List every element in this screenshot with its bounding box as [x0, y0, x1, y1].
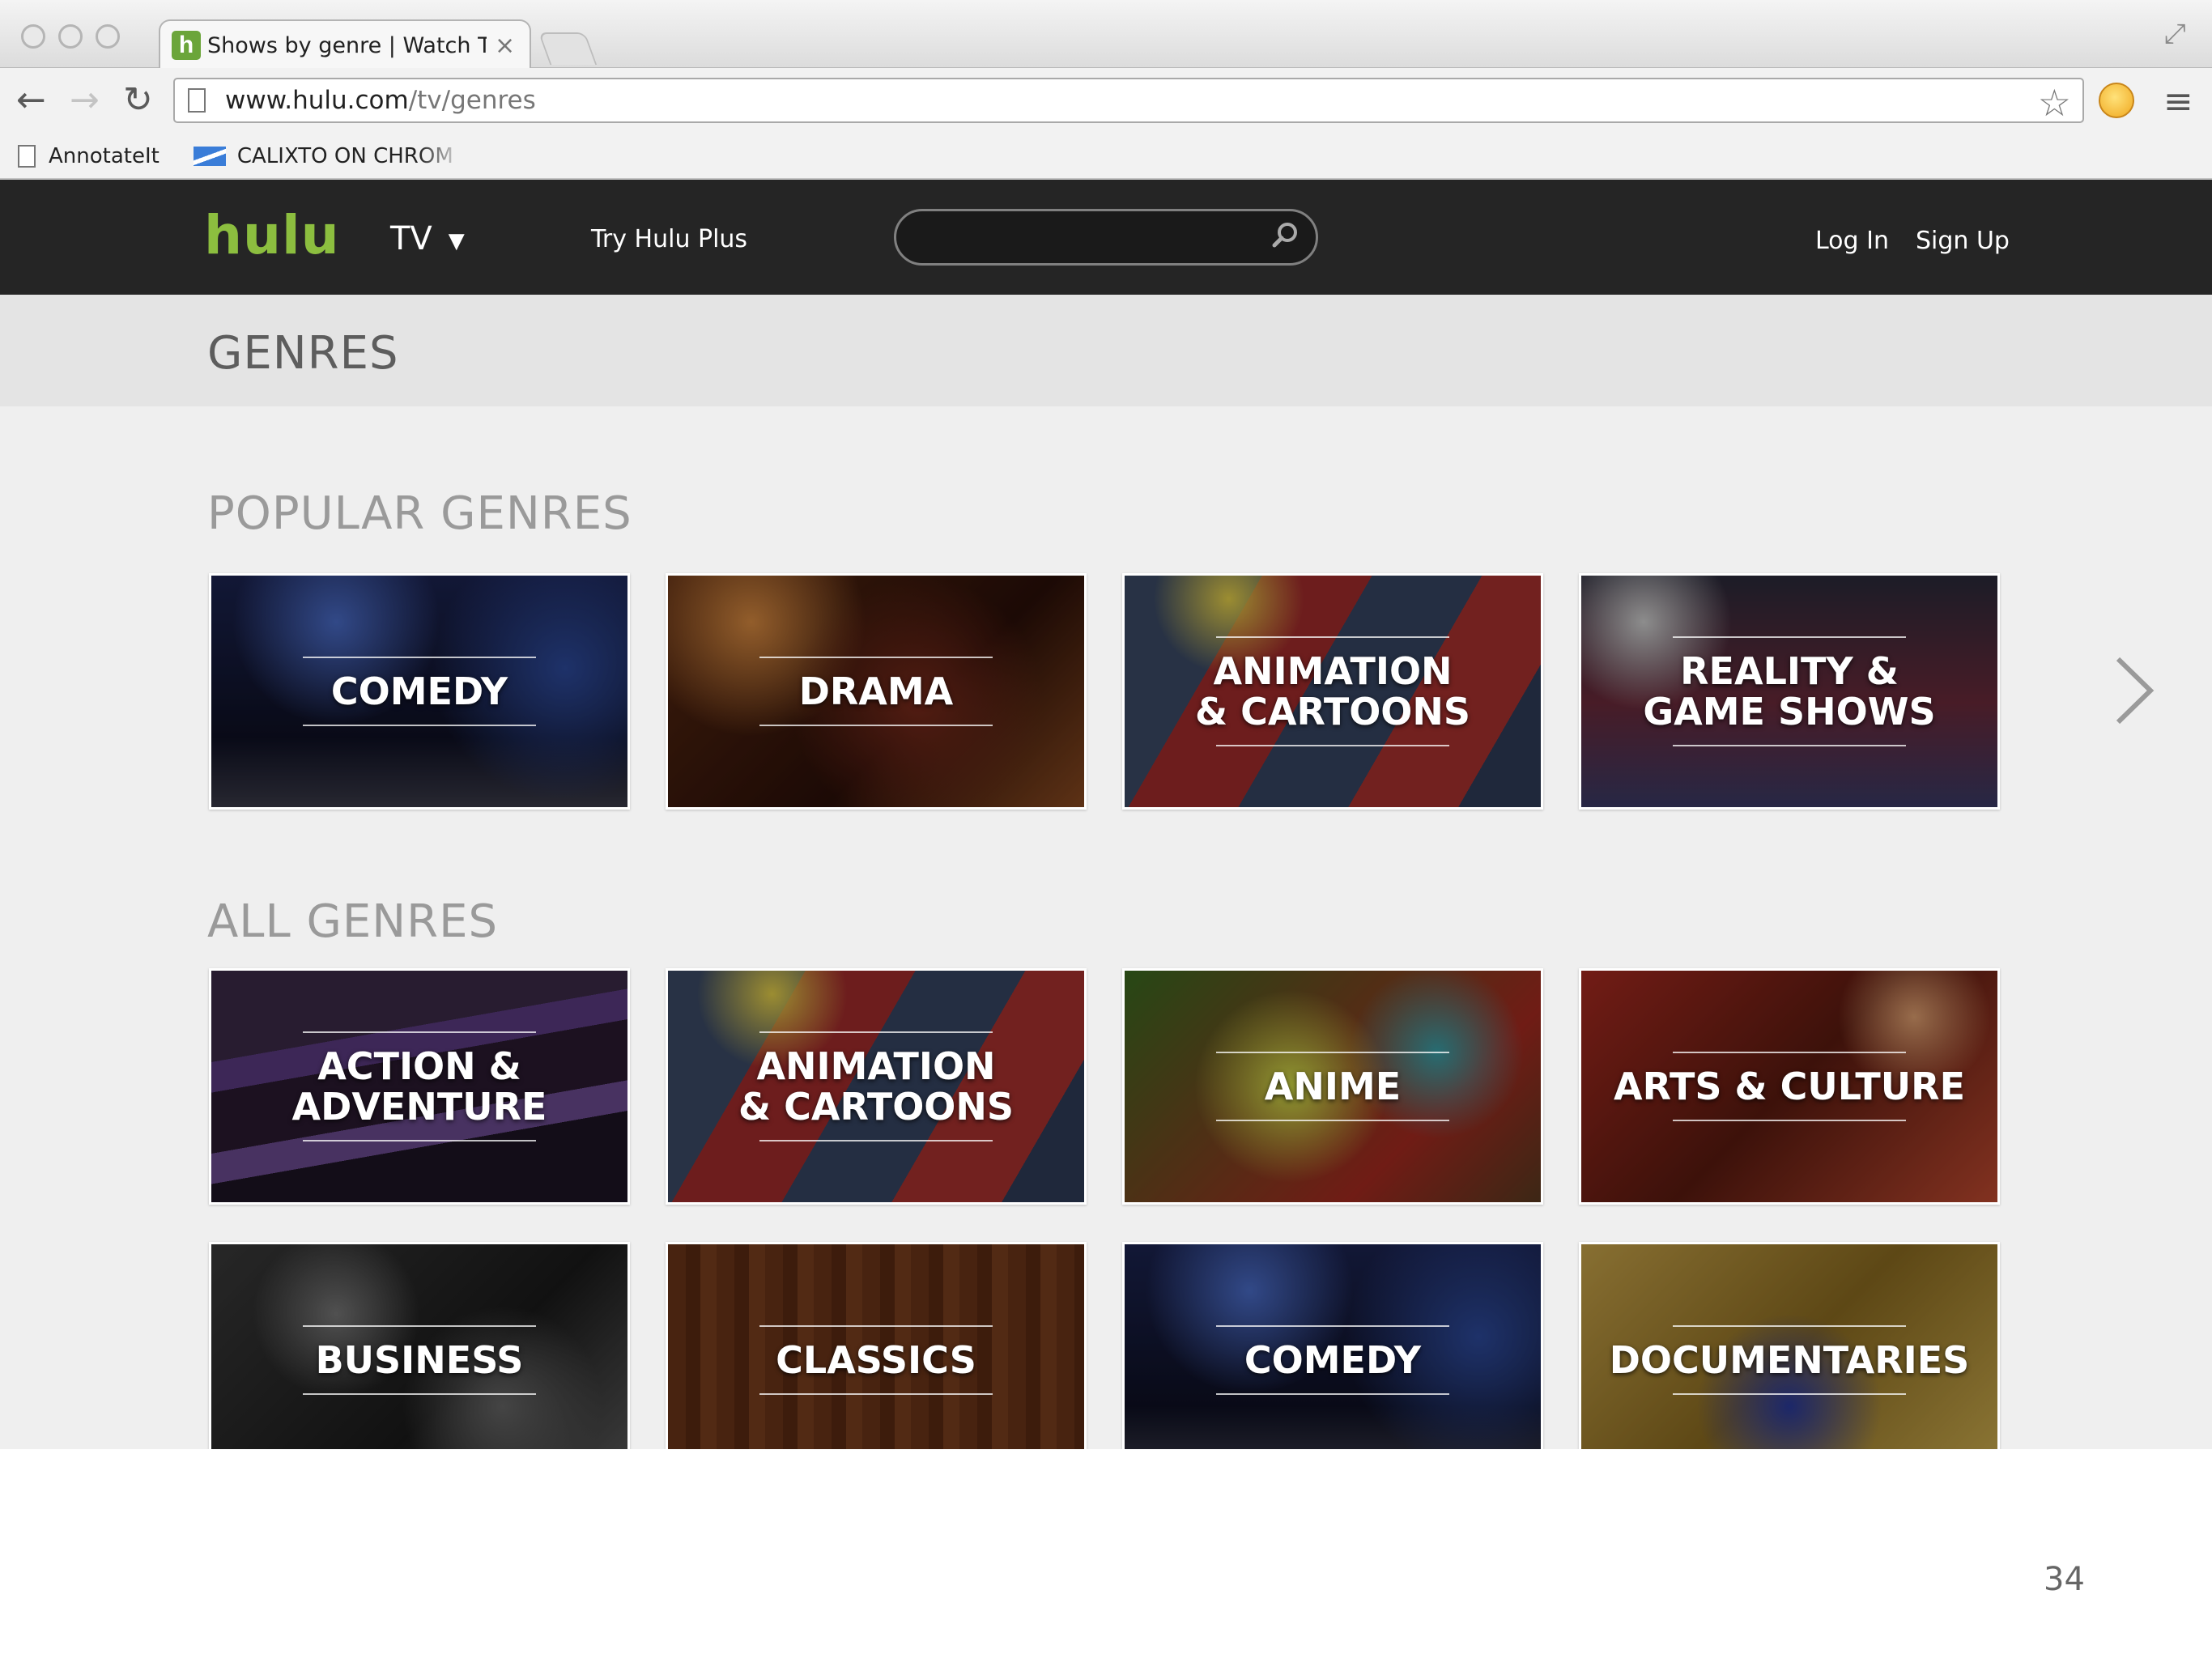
genre-tile-comedy[interactable]: COMEDY: [209, 573, 630, 810]
address-bar[interactable]: www.hulu.com/tv/genres ☆: [173, 78, 2084, 125]
chrome-menu-icon[interactable]: ≡: [2163, 81, 2193, 122]
page-title: GENRES: [207, 327, 399, 380]
genre-tile-animation-cartoons[interactable]: ANIMATION & CARTOONS: [666, 968, 1087, 1205]
carousel-next-chevron-icon[interactable]: [2110, 654, 2159, 727]
chevron-down-icon: ▼: [448, 229, 465, 253]
bookmark-calixto[interactable]: CALIXTO ON CHROM: [193, 144, 464, 168]
forward-arrow-icon[interactable]: →: [70, 79, 100, 121]
page-icon: [18, 145, 36, 168]
bookmarks-bar: AnnotateIt CALIXTO ON CHROM: [0, 134, 2212, 180]
hulu-favicon-icon: h: [172, 31, 201, 60]
sign-up-link[interactable]: Sign Up: [1916, 227, 2010, 255]
tab-close-icon[interactable]: ×: [495, 32, 515, 60]
url-text: www.hulu.com/tv/genres: [225, 86, 536, 115]
zoom-window-button[interactable]: [96, 24, 120, 49]
tv-menu-label: TV: [390, 220, 432, 257]
extension-icon[interactable]: [2099, 83, 2134, 118]
new-tab-button[interactable]: [538, 32, 598, 65]
genre-tile-label: ANIME: [1125, 1039, 1541, 1134]
bookmark-annotateit[interactable]: AnnotateIt: [18, 144, 160, 168]
genre-tile-action-adventure[interactable]: ACTION & ADVENTURE: [209, 968, 630, 1205]
genre-tile-arts-culture[interactable]: ARTS & CULTURE: [1579, 968, 2000, 1205]
page-icon: [188, 88, 206, 113]
genre-tile-label: REALITY & GAME SHOWS: [1581, 623, 1997, 759]
tab-strip: h Shows by genre | Watch TV o × ⤢: [0, 0, 2212, 70]
genre-tile-comedy[interactable]: COMEDY: [1122, 1242, 1543, 1449]
try-hulu-plus-link[interactable]: Try Hulu Plus: [591, 225, 747, 253]
browser-tab-active[interactable]: h Shows by genre | Watch TV o ×: [159, 19, 531, 70]
search-icon[interactable]: [1269, 219, 1301, 252]
genre-tile-label: DOCUMENTARIES: [1581, 1312, 1997, 1408]
genre-tile-label: COMEDY: [211, 644, 627, 739]
all-genres-heading: ALL GENRES: [207, 895, 499, 948]
genre-tile-classics[interactable]: CLASSICS: [666, 1242, 1087, 1449]
site-header: hulu TV ▼ Try Hulu Plus Log In Sign Up: [0, 180, 2212, 295]
log-in-link[interactable]: Log In: [1815, 227, 1889, 255]
tv-menu-dropdown[interactable]: TV ▼: [390, 220, 465, 257]
genre-tile-label: CLASSICS: [668, 1312, 1084, 1408]
fullscreen-icon[interactable]: ⤢: [2164, 18, 2186, 50]
url-domain: www.hulu.com: [225, 86, 409, 115]
slide-number: 34: [2044, 1561, 2085, 1598]
genre-tile-label: COMEDY: [1125, 1312, 1541, 1408]
page-title-bar: GENRES: [0, 295, 2212, 406]
bookmark-label: CALIXTO ON CHROM: [236, 144, 453, 168]
genre-tile-reality-game-shows[interactable]: REALITY & GAME SHOWS: [1579, 573, 2000, 810]
back-arrow-icon[interactable]: ←: [16, 79, 46, 121]
genre-tile-animation-cartoons[interactable]: ANIMATION & CARTOONS: [1122, 573, 1543, 810]
genre-tile-label: DRAMA: [668, 644, 1084, 739]
genre-tile-documentaries[interactable]: DOCUMENTARIES: [1579, 1242, 2000, 1449]
close-window-button[interactable]: [21, 24, 45, 49]
tab-title: Shows by genre | Watch TV o: [207, 32, 487, 58]
url-path: /tv/genres: [408, 86, 536, 115]
bookmark-star-icon[interactable]: ☆: [2038, 81, 2071, 125]
browser-window: h Shows by genre | Watch TV o × ⤢ ← → ↻ …: [0, 0, 2212, 1449]
genre-tile-label: ACTION & ADVENTURE: [211, 1018, 627, 1154]
search-input[interactable]: [894, 209, 1318, 266]
genre-tile-label: ARTS & CULTURE: [1581, 1039, 1997, 1134]
genre-tile-drama[interactable]: DRAMA: [666, 573, 1087, 810]
genre-tile-anime[interactable]: ANIME: [1122, 968, 1543, 1205]
genre-tile-label: BUSINESS: [211, 1312, 627, 1408]
genre-tile-label: ANIMATION & CARTOONS: [1125, 623, 1541, 759]
flag-icon: [193, 147, 226, 166]
hulu-logo[interactable]: hulu: [204, 204, 340, 266]
genre-tile-label: ANIMATION & CARTOONS: [668, 1018, 1084, 1154]
popular-genres-heading: POPULAR GENRES: [207, 487, 632, 540]
minimize-window-button[interactable]: [58, 24, 83, 49]
reload-icon[interactable]: ↻: [123, 79, 153, 121]
bookmark-label: AnnotateIt: [49, 144, 160, 168]
browser-toolbar: ← → ↻ www.hulu.com/tv/genres ☆ ≡: [0, 68, 2212, 134]
genre-tile-business[interactable]: BUSINESS: [209, 1242, 630, 1449]
